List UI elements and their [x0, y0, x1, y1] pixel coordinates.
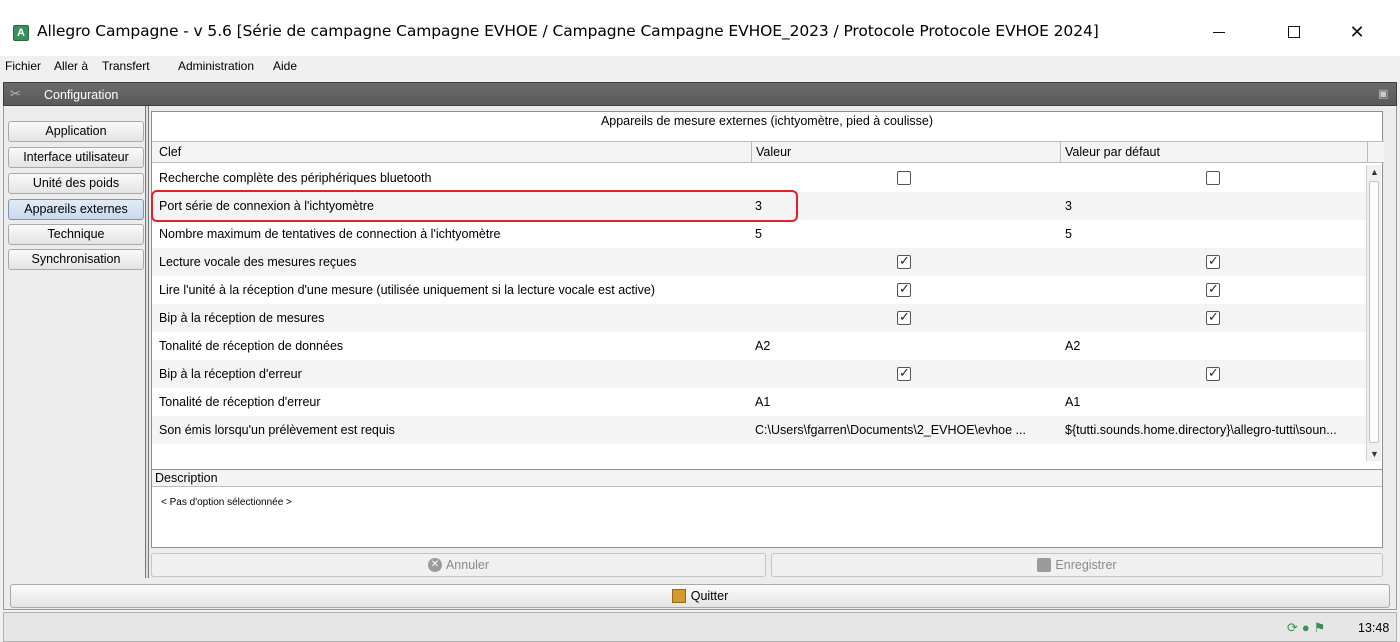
tools-icon: ✂: [10, 86, 21, 101]
config-title: Configuration: [44, 88, 119, 102]
value-checkbox[interactable]: [897, 365, 911, 381]
exit-door-icon: [671, 589, 686, 603]
column-header-valeur[interactable]: Valeur: [756, 145, 791, 159]
row-key: Nombre maximum de tentatives de connecti…: [159, 227, 501, 241]
value-checkbox[interactable]: [897, 309, 911, 325]
scroll-down-icon[interactable]: ▼: [1370, 449, 1379, 459]
row-default-value: 5: [1065, 227, 1072, 241]
row-key: Bip à la réception de mesures: [159, 311, 325, 325]
row-default-value: 3: [1065, 199, 1072, 213]
column-header-valeur-defaut[interactable]: Valeur par défaut: [1065, 145, 1160, 159]
row-value[interactable]: 3: [755, 199, 1055, 213]
tab-application[interactable]: Application: [8, 121, 144, 142]
table-row[interactable]: Bip à la réception d'erreur: [152, 360, 1367, 388]
description-title: Description: [152, 470, 1382, 487]
table-row[interactable]: Son émis lorsqu'un prélèvement est requi…: [152, 416, 1367, 444]
default-checkbox: [1206, 281, 1220, 297]
row-default-value: ${tutti.sounds.home.directory}\allegro-t…: [1065, 423, 1337, 437]
menu-bar: Fichier Aller à Transfert Administration…: [0, 56, 1400, 75]
value-checkbox[interactable]: [897, 171, 911, 185]
description-panel: Description < Pas d'option sélectionnée …: [151, 469, 1383, 548]
minimize-button[interactable]: [1196, 10, 1242, 54]
row-default-value: A1: [1065, 395, 1081, 409]
scroll-up-icon[interactable]: ▲: [1370, 167, 1379, 177]
tab-technique[interactable]: Technique: [8, 224, 144, 245]
save-icon: [1037, 558, 1052, 572]
table-row[interactable]: Tonalité de réception de données A2 A2: [152, 332, 1367, 360]
table-scrollbar[interactable]: ▲ ▼: [1366, 165, 1381, 461]
menu-fichier[interactable]: Fichier: [5, 59, 41, 73]
row-key: Son émis lorsqu'un prélèvement est requi…: [159, 423, 395, 437]
highlight-box: [151, 190, 798, 222]
default-checkbox: [1206, 253, 1220, 269]
row-key: Bip à la réception d'erreur: [159, 367, 302, 381]
table-row[interactable]: Lire l'unité à la réception d'une mesure…: [152, 276, 1367, 304]
status-bar: ⟳●⚑ 13:48: [3, 612, 1397, 642]
quit-button[interactable]: Quitter: [10, 584, 1390, 608]
menu-aller-a[interactable]: Aller à: [54, 59, 88, 73]
app-icon: A: [13, 25, 29, 41]
table-row[interactable]: Nombre maximum de tentatives de connecti…: [152, 220, 1367, 248]
row-key: Tonalité de réception de données: [159, 339, 344, 353]
save-label: Enregistrer: [1055, 558, 1117, 572]
tab-synchronisation[interactable]: Synchronisation: [8, 249, 144, 270]
window-title: Allegro Campagne - v 5.6 [Série de campa…: [37, 22, 1099, 40]
cancel-label: Annuler: [445, 558, 490, 572]
close-button[interactable]: ✕: [1334, 10, 1380, 54]
row-key: Recherche complète des périphériques blu…: [159, 171, 432, 185]
tab-appareils-externes[interactable]: Appareils externes: [8, 199, 144, 220]
tab-unite-des-poids[interactable]: Unité des poids: [8, 173, 144, 194]
default-checkbox: [1206, 171, 1220, 185]
value-checkbox[interactable]: [897, 281, 911, 297]
row-value[interactable]: C:\Users\fgarren\Documents\2_EVHOE\evhoe…: [755, 423, 1055, 437]
title-bar: A Allegro Campagne - v 5.6 [Série de cam…: [0, 0, 1400, 56]
menu-transfert[interactable]: Transfert: [102, 59, 150, 73]
cancel-icon: ✕: [427, 558, 442, 572]
table-header: Clef Valeur Valeur par défaut: [152, 141, 1384, 163]
default-checkbox: [1206, 365, 1220, 381]
status-time: 13:48: [1358, 621, 1390, 635]
split-divider[interactable]: [145, 106, 149, 578]
status-icons: ⟳●⚑: [1287, 620, 1330, 635]
table-row[interactable]: Lecture vocale des mesures reçues: [152, 248, 1367, 276]
maximize-button[interactable]: [1271, 10, 1317, 54]
value-checkbox[interactable]: [897, 253, 911, 269]
description-text: < Pas d'option sélectionnée >: [161, 497, 292, 508]
save-button[interactable]: Enregistrer: [771, 553, 1383, 577]
table-row[interactable]: Tonalité de réception d'erreur A1 A1: [152, 388, 1367, 416]
table-row[interactable]: Recherche complète des périphériques blu…: [152, 164, 1367, 192]
cancel-button[interactable]: ✕ Annuler: [151, 553, 766, 577]
menu-aide[interactable]: Aide: [273, 59, 297, 73]
default-checkbox: [1206, 309, 1220, 325]
row-default-value: A2: [1065, 339, 1081, 353]
panel-caption: Appareils de mesure externes (ichtyomètr…: [600, 114, 934, 128]
column-header-clef[interactable]: Clef: [159, 145, 181, 159]
tab-interface-utilisateur[interactable]: Interface utilisateur: [8, 147, 144, 168]
scroll-thumb[interactable]: [1369, 181, 1379, 443]
menu-administration[interactable]: Administration: [178, 59, 254, 73]
table-row[interactable]: Bip à la réception de mesures: [152, 304, 1367, 332]
config-header: ✂ Configuration ▣: [3, 82, 1397, 106]
row-value[interactable]: A1: [755, 395, 1055, 409]
row-key: Tonalité de réception d'erreur: [159, 395, 321, 409]
quit-label: Quitter: [690, 589, 729, 603]
row-value[interactable]: 5: [755, 227, 1055, 241]
row-value[interactable]: A2: [755, 339, 1055, 353]
row-key: Lecture vocale des mesures reçues: [159, 255, 357, 269]
row-key: Lire l'unité à la réception d'une mesure…: [159, 283, 656, 297]
panel-options-icon[interactable]: ▣: [1378, 88, 1390, 100]
